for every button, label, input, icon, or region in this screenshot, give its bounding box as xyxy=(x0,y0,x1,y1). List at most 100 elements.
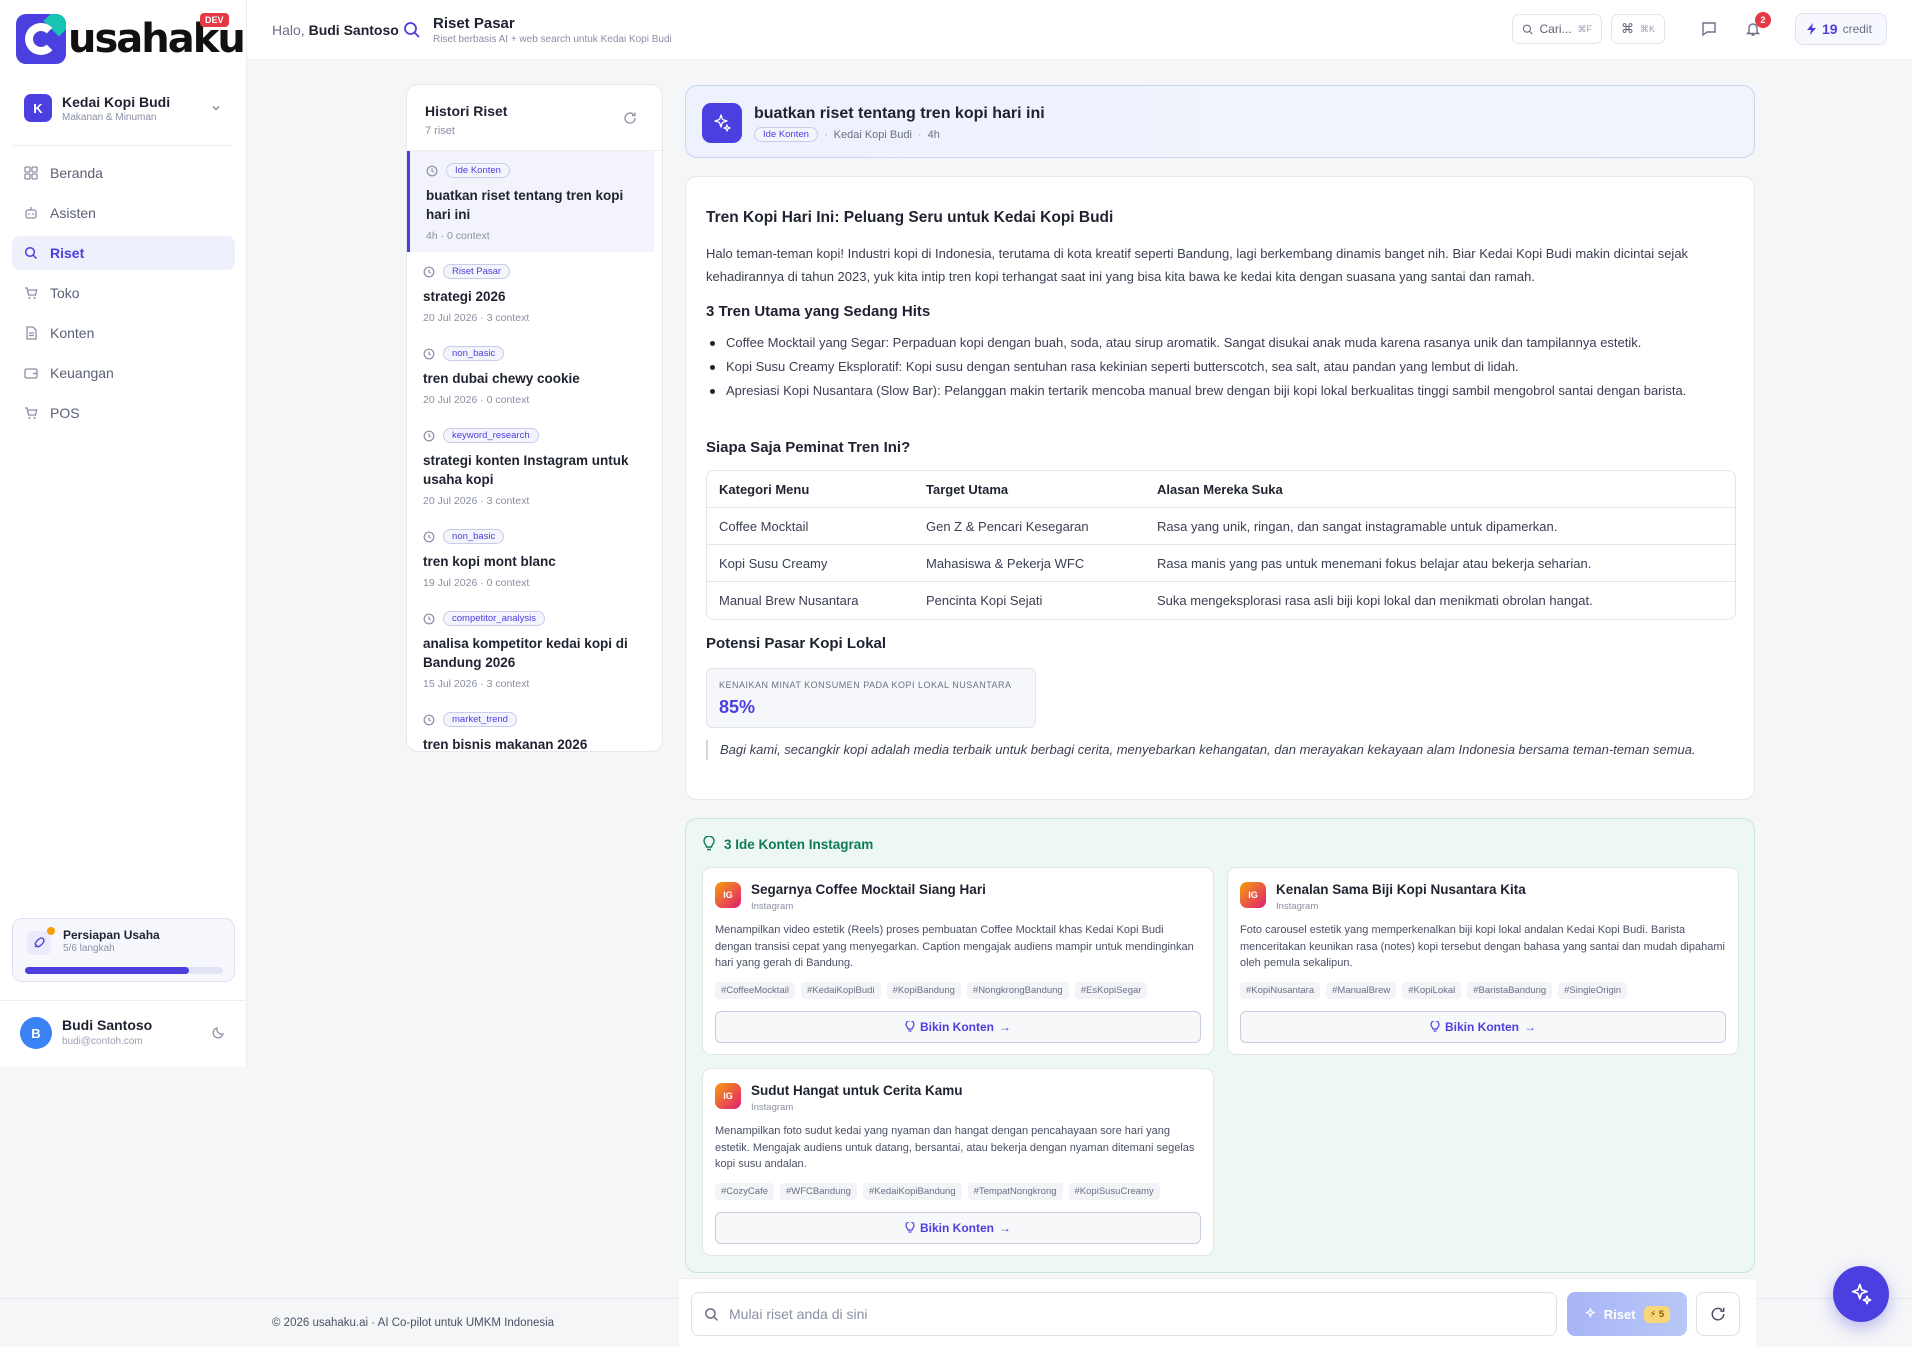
history-tag: Ide Konten xyxy=(446,163,510,178)
history-tag: market_trend xyxy=(443,712,517,727)
cart-icon xyxy=(25,407,38,419)
meta-separator: · xyxy=(917,128,922,141)
search-button[interactable]: Cari... ⌘F xyxy=(1512,14,1602,44)
create-content-label: Bikin Konten xyxy=(920,1020,994,1034)
history-query: strategi konten Instagram untuk usaha ko… xyxy=(423,453,629,487)
idea-hashtags: #CozyCafe #WFCBandung #KedaiKopiBandung … xyxy=(715,1183,1166,1200)
hashtag: #CozyCafe xyxy=(715,1183,774,1200)
sidebar-item-toko[interactable]: Toko xyxy=(12,276,235,310)
table-cell: Kopi Susu Creamy xyxy=(707,545,914,582)
hashtag: #NongkrongBandung xyxy=(966,982,1069,999)
credits-value: 19 xyxy=(1822,21,1838,37)
grid-icon xyxy=(24,166,38,180)
page-subtitle: Riset berbasis AI + web search untuk Ked… xyxy=(433,34,672,45)
business-switcher[interactable]: K Kedai Kopi Budi Makanan & Minuman xyxy=(12,84,234,132)
business-category: Makanan & Minuman xyxy=(62,111,157,123)
ai-assistant-fab[interactable] xyxy=(1833,1266,1889,1322)
moon-icon[interactable] xyxy=(212,1025,226,1039)
research-report: Tren Kopi Hari Ini: Peluang Seru untuk K… xyxy=(685,176,1755,800)
table-header: Kategori Menu xyxy=(707,471,914,508)
create-content-button[interactable]: Bikin Konten → xyxy=(715,1011,1201,1043)
hashtag: #BaristaBandung xyxy=(1467,982,1553,999)
sidebar-item-keuangan[interactable]: Keuangan xyxy=(12,356,235,390)
history-icon xyxy=(423,348,435,360)
user-profile[interactable]: B Budi Santoso budi@contoh.com xyxy=(0,1000,247,1066)
trends-heading: 3 Tren Utama yang Sedang Hits xyxy=(706,303,931,320)
hashtag: #TempatNongkrong xyxy=(967,1183,1063,1200)
history-item[interactable]: competitor_analysis analisa kompetitor k… xyxy=(407,599,662,700)
history-item[interactable]: market_trend tren bisnis makanan 2026 xyxy=(407,700,662,751)
idea-title: Sudut Hangat untuk Cerita Kamu xyxy=(751,1083,963,1098)
idea-description: Menampilkan foto sudut kedai yang nyaman… xyxy=(715,1125,1195,1170)
table-cell: Gen Z & Pencari Kesegaran xyxy=(914,508,1145,545)
history-tag: Riset Pasar xyxy=(443,264,511,279)
idea-title: Segarnya Coffee Mocktail Siang Hari xyxy=(751,882,986,897)
arrow-right-icon: → xyxy=(999,1020,1011,1034)
history-meta: 15 Jul 2026 · 3 context xyxy=(423,678,530,690)
history-item[interactable]: Ide Konten buatkan riset tentang tren ko… xyxy=(407,151,654,252)
history-meta: 4h · 0 context xyxy=(426,230,490,242)
table-cell: Mahasiswa & Pekerja WFC xyxy=(914,545,1145,582)
submit-research-button[interactable]: Riset ⚡ 5 xyxy=(1567,1292,1687,1336)
history-item[interactable]: keyword_research strategi konten Instagr… xyxy=(407,416,662,517)
greeting-name: Budi Santoso xyxy=(308,22,399,38)
setup-progress-card[interactable]: Persiapan Usaha 5/6 langkah xyxy=(12,918,235,982)
env-badge: DEV xyxy=(200,13,229,27)
idea-card: IG Kenalan Sama Biji Kopi Nusantara Kita… xyxy=(1227,867,1739,1055)
table-row: Kopi Susu Creamy Mahasiswa & Pekerja WFC… xyxy=(707,545,1735,582)
lightbulb-icon xyxy=(703,836,715,851)
history-tag: keyword_research xyxy=(443,428,539,443)
market-heading: Potensi Pasar Kopi Lokal xyxy=(706,635,887,652)
cart-icon xyxy=(25,287,38,299)
hashtag: #CoffeeMocktail xyxy=(715,982,795,999)
instagram-icon: IG xyxy=(715,1083,741,1109)
research-input[interactable] xyxy=(729,1306,1529,1322)
idea-card: IG Segarnya Coffee Mocktail Siang Hari I… xyxy=(702,867,1214,1055)
command-shortcut: ⌘K xyxy=(1640,23,1656,34)
sidebar-item-label: Beranda xyxy=(50,165,103,181)
report-title: Tren Kopi Hari Ini: Peluang Seru untuk K… xyxy=(706,209,1114,226)
search-shortcut: ⌘F xyxy=(1577,23,1593,34)
history-item[interactable]: Riset Pasar strategi 2026 20 Jul 2026 · … xyxy=(407,252,662,334)
sidebar-item-pos[interactable]: POS xyxy=(12,396,235,430)
chat-icon[interactable] xyxy=(1697,17,1721,41)
sidebar-item-konten[interactable]: Konten xyxy=(12,316,235,350)
history-panel: Histori Riset 7 riset Ide Konten buatkan… xyxy=(406,84,663,752)
table-cell: Rasa manis yang pas untuk menemani fokus… xyxy=(1145,545,1735,582)
history-icon xyxy=(423,613,435,625)
history-meta: 20 Jul 2026 · 3 context xyxy=(423,495,530,507)
idea-hashtags: #KopiNusantara #ManualBrew #KopiLokal #B… xyxy=(1240,982,1633,999)
sidebar-item-asisten[interactable]: Asisten xyxy=(12,196,235,230)
research-input-wrapper[interactable] xyxy=(691,1292,1557,1336)
query-business: Kedai Kopi Budi xyxy=(833,128,912,141)
audience-heading: Siapa Saja Peminat Tren Ini? xyxy=(706,439,911,456)
create-content-button[interactable]: Bikin Konten → xyxy=(1240,1011,1726,1043)
arrow-right-icon: → xyxy=(999,1221,1011,1235)
footer-text: © 2026 usahaku.ai · AI Co-pilot untuk UM… xyxy=(272,1317,555,1329)
sidebar-item-beranda[interactable]: Beranda xyxy=(12,156,235,190)
command-palette-button[interactable]: ⌘ ⌘K xyxy=(1611,14,1665,44)
table-header: Target Utama xyxy=(914,471,1145,508)
history-query: tren kopi mont blanc xyxy=(423,554,556,569)
hashtag: #KedaiKopiBandung xyxy=(862,1183,962,1200)
history-item[interactable]: non_basic tren dubai chewy cookie 20 Jul… xyxy=(407,334,662,416)
chevron-down-icon xyxy=(210,102,222,114)
logo-icon xyxy=(16,14,66,64)
create-content-button[interactable]: Bikin Konten → xyxy=(715,1212,1201,1244)
hashtag: #KopiBandung xyxy=(886,982,961,999)
history-meta: 20 Jul 2026 · 3 context xyxy=(423,312,530,324)
credits-button[interactable]: 19 credit xyxy=(1795,13,1887,45)
table-row: Coffee Mocktail Gen Z & Pencari Kesegara… xyxy=(707,508,1735,545)
business-avatar: K xyxy=(24,94,52,122)
reset-button[interactable] xyxy=(1696,1292,1740,1336)
meta-separator: · xyxy=(823,128,828,141)
history-item[interactable]: non_basic tren kopi mont blanc 19 Jul 20… xyxy=(407,517,662,599)
bolt-icon xyxy=(1806,23,1818,35)
refresh-icon xyxy=(1711,1307,1725,1321)
refresh-icon[interactable] xyxy=(623,111,637,125)
setup-alert-dot xyxy=(47,927,55,935)
list-item: Coffee Mocktail yang Segar: Perpaduan ko… xyxy=(706,333,1736,353)
sidebar-item-riset[interactable]: Riset xyxy=(12,236,235,270)
document-icon xyxy=(26,326,37,340)
report-quote: Bagi kami, secangkir kopi adalah media t… xyxy=(706,740,1726,760)
